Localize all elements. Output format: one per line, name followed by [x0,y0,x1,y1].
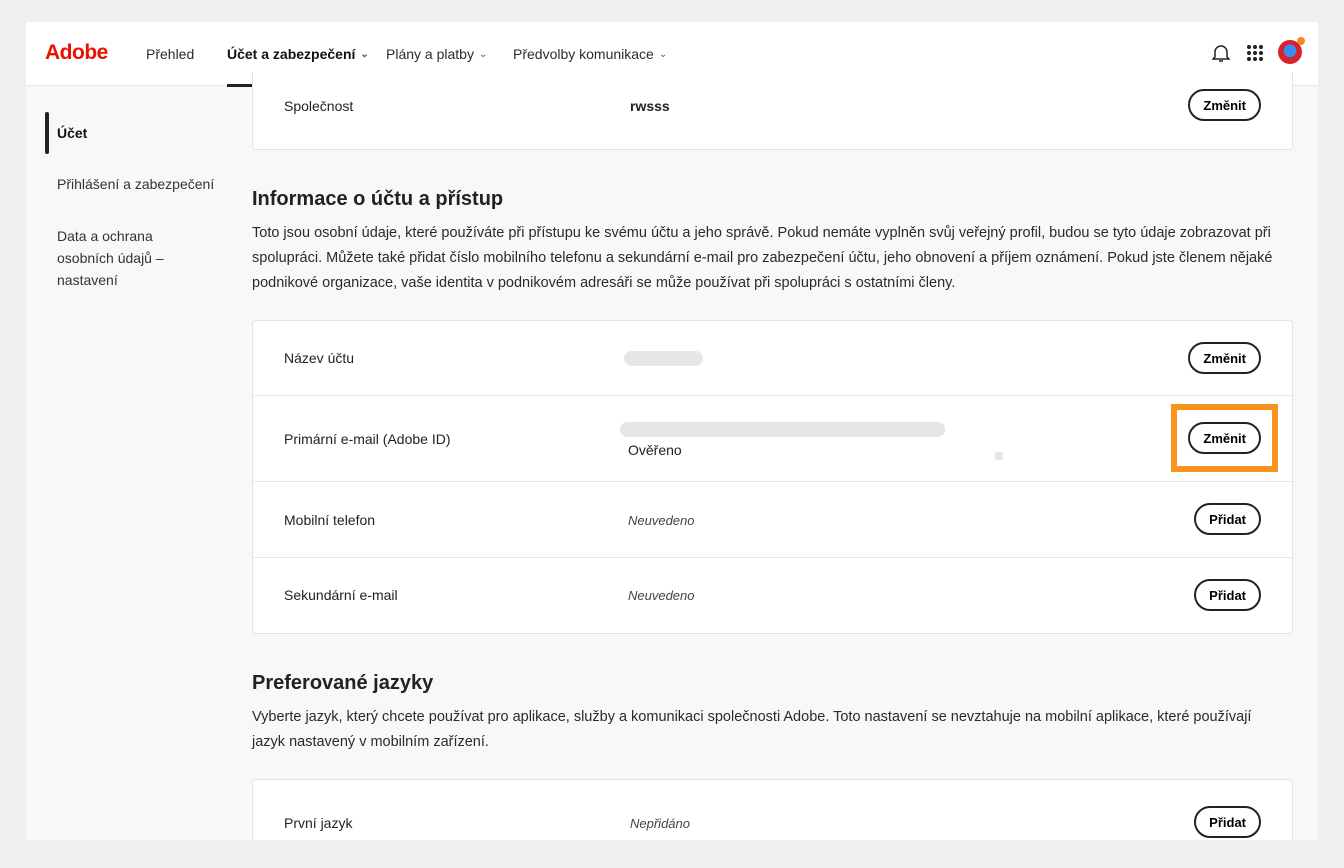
nav-label: Přehled [146,46,195,62]
chevron-down-icon: ⌄ [360,48,369,60]
account-section-description: Toto jsou osobní údaje, které používáte … [252,225,1273,291]
row-label: Název účtu [284,350,355,366]
account-row-mobile: Mobilní telefon Neuvedeno Přidat [253,482,1292,558]
add-secondary-email-button[interactable]: Přidat [1194,579,1261,611]
add-first-language-button[interactable]: Přidat [1194,806,1261,838]
verified-status: Ověřeno [628,442,682,458]
row-value: Nepřidáno [630,816,690,831]
app-window: Adobe Přehled Účet a zabezpečení ⌄ Plány … [26,22,1318,840]
apps-grid-icon[interactable] [1244,42,1266,64]
row-label: Sekundární e-mail [284,587,398,603]
language-row-first: První jazyk Nepřidáno Přidat [253,780,1292,840]
nav-label: Plány a platby [386,46,474,62]
language-card: První jazyk Nepřidáno Přidat [252,779,1293,840]
change-account-name-button[interactable]: Změnit [1188,342,1261,374]
add-mobile-button[interactable]: Přidat [1194,503,1261,535]
language-section-title: Preferované jazyky [252,672,434,694]
sidebar-item-privacy[interactable]: Data a ochrana osobních údajů – nastaven… [57,225,207,291]
nav-overview[interactable]: Přehled [146,22,194,86]
chevron-down-icon: ⌄ [478,48,488,60]
row-value: Neuvedeno [628,513,695,528]
highlight-box [1171,404,1278,472]
row-value: Neuvedeno [628,588,695,603]
company-label: Společnost [284,98,354,114]
row-label: Mobilní telefon [284,512,376,528]
company-value: rwsss [630,98,670,114]
sidebar-item-account[interactable]: Účet [57,122,87,144]
redacted-mark [995,452,1003,460]
redacted-value [624,351,703,366]
active-indicator [45,112,49,154]
row-label: Primární e-mail (Adobe ID) [284,431,451,447]
redacted-value [620,422,945,437]
nav-label: Účet a zabezpečení [227,46,356,62]
row-label: První jazyk [284,815,353,831]
adobe-logo[interactable]: Adobe [45,41,108,65]
account-section-title: Informace o účtu a přístup [252,188,504,210]
avatar[interactable] [1278,37,1305,64]
company-card: Společnost rwsss Změnit [252,72,1293,150]
account-row-primary-email: Primární e-mail (Adobe ID) Ověřeno Změni… [253,396,1292,482]
sidebar-item-login-security[interactable]: Přihlášení a zabezpečení [57,173,214,195]
language-section-description: Vyberte jazyk, který chcete používat pro… [252,709,1252,750]
chevron-down-icon: ⌄ [658,48,668,60]
change-company-button[interactable]: Změnit [1188,89,1261,121]
account-info-card: Název účtu Změnit Primární e-mail (Adobe… [252,320,1293,634]
bell-icon[interactable] [1210,42,1232,64]
account-row-secondary-email: Sekundární e-mail Neuvedeno Přidat [253,558,1292,633]
account-row-name: Název účtu Změnit [253,321,1292,396]
nav-label: Předvolby komunikace [513,46,654,62]
